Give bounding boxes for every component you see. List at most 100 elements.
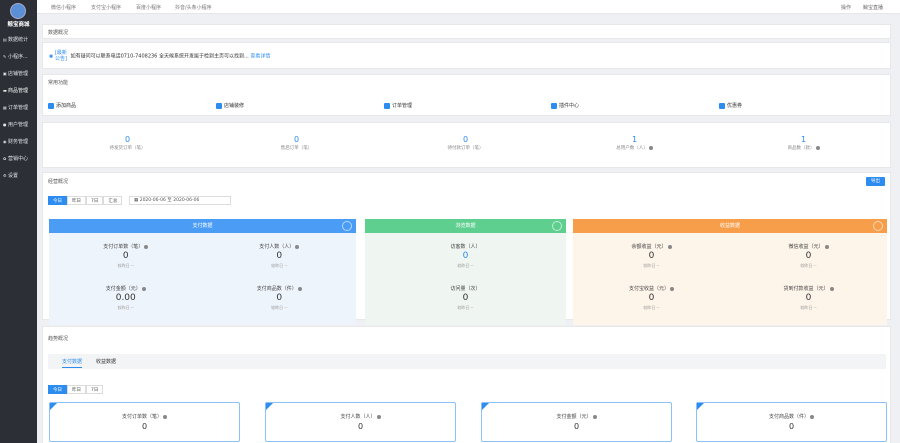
- tab-alipay[interactable]: 支付宝小程序: [91, 4, 121, 11]
- export-button[interactable]: 导出: [866, 177, 885, 186]
- store-decoration-button[interactable]: 店铺装修: [216, 102, 244, 109]
- stat-label: 总用户数（人）: [550, 145, 719, 151]
- sidebar-item-orders[interactable]: ▦订单管理: [0, 101, 37, 114]
- tab-baidu[interactable]: 百度小程序: [136, 4, 161, 11]
- stat-value: 0: [124, 135, 131, 144]
- browse-data-card: 浏览数据 访客数（人） 0 较昨日 -- 访问量（次） 0 较昨日 --: [365, 219, 566, 325]
- card-header: 支付数据: [49, 219, 356, 233]
- trend-card-amount[interactable]: 支付金额（元） 0: [481, 402, 672, 442]
- sidebar-item-store[interactable]: ▣店铺管理: [0, 67, 37, 80]
- metric-page-views: 访问量（次） 0 较昨日 --: [450, 286, 481, 310]
- trend-overview: 趋势概况 支付数据 收益数据 今日 昨日 7日 支付订单数（笔） 0 支付人数（人…: [42, 326, 891, 443]
- stat-total-users[interactable]: 1 总用户数（人）: [550, 135, 719, 151]
- sidebar-item-users[interactable]: ● 用户管理: [0, 118, 37, 131]
- corner-marker: [50, 403, 57, 410]
- help-icon: [824, 244, 829, 249]
- stat-label: 待付款订单（笔）: [447, 146, 484, 151]
- notice-more-link[interactable]: 查看详情: [250, 54, 270, 60]
- overview-header: 数据概况: [42, 24, 891, 39]
- add-product-button[interactable]: 添加商品: [48, 102, 76, 109]
- trend-card-orders[interactable]: 支付订单数（笔） 0: [49, 402, 240, 442]
- metric-pay-amount: 支付金额（元） 0.00 较昨日 --: [49, 285, 203, 311]
- notice-text: 如有疑问可以联系电话0710-7408236 全天候系统开发属于检到主页可以找到…: [70, 53, 249, 60]
- app-name: 鲸宝商城: [7, 22, 30, 28]
- help-icon: [670, 286, 674, 291]
- range-today[interactable]: 今日: [48, 196, 67, 205]
- sidebar: 鲸宝商城 ▤数据统计 ✎ 小程序... ▣店铺管理 ▬商品管理 ▦订单管理 ● 用户…: [0, 0, 37, 443]
- calendar-icon: ▦: [134, 198, 139, 203]
- common-functions: 常用功能 添加商品 店铺装修 订单管理 插件中心 优惠券: [42, 74, 891, 116]
- sidebar-item-mini-program[interactable]: ✎ 小程序...: [0, 50, 37, 63]
- range-selector: 今日 昨日 7日 汇总: [48, 196, 123, 205]
- card-decor-icon: [552, 221, 562, 231]
- plugin-center-button[interactable]: 插件中心: [551, 102, 579, 109]
- sidebar-item-stats[interactable]: ▤数据统计: [0, 33, 37, 46]
- payment-data-card: 支付数据 支付订单数（笔） 0 较昨日 -- 支付人数（人） 0 较昨日 -- 支付金额…: [49, 219, 356, 325]
- metric-balance-revenue: 余额收益（元） 0 较昨日 --: [573, 243, 730, 269]
- trend-range-selector: 今日 昨日 7日: [48, 385, 104, 394]
- stat-pending-payment[interactable]: 0 待付款订单（笔）: [381, 135, 550, 151]
- help-icon: [141, 286, 146, 291]
- trend-title: 趋势概况: [48, 336, 69, 342]
- notice: ◉ [最新公告] 如有疑问可以联系电话0710-7408236 全天候系统开发属…: [49, 50, 270, 62]
- sidebar-item-settings[interactable]: ⚙设置: [0, 169, 37, 182]
- card-decor-icon: [342, 221, 352, 231]
- help-link[interactable]: 操作: [841, 4, 851, 11]
- range-7days[interactable]: 7日: [86, 196, 104, 205]
- stat-after-sales[interactable]: 0 售后订单（笔）: [212, 135, 381, 151]
- metric-pay-items: 支付商品数（件） 0 较昨日 --: [203, 285, 357, 311]
- tab-payment-data[interactable]: 支付数据: [62, 358, 83, 368]
- help-icon: [810, 414, 814, 419]
- trend-tabs: 支付数据 收益数据: [48, 354, 886, 369]
- stat-value: 0: [293, 135, 300, 144]
- stat-products[interactable]: 1 商品数（款）: [719, 135, 888, 151]
- coupon-icon: [719, 102, 725, 109]
- tab-revenue-data[interactable]: 收益数据: [96, 358, 116, 365]
- stat-pending-shipment[interactable]: 0 待发货订单（笔）: [43, 135, 212, 151]
- stat-value: 1: [800, 135, 807, 144]
- range-total[interactable]: 汇总: [103, 196, 123, 205]
- metric-pay-orders: 支付订单数（笔） 0 较昨日 --: [49, 243, 203, 269]
- store-icon: [216, 102, 222, 109]
- functions-title: 常用功能: [48, 80, 69, 86]
- range-yesterday[interactable]: 昨日: [67, 196, 86, 205]
- help-icon: [592, 414, 597, 419]
- range-7days[interactable]: 7日: [86, 385, 104, 394]
- top-navigation: 微信小程序 支付宝小程序 百度小程序 抖音/头条小程序 操作 鲸宝直播: [37, 0, 900, 14]
- trend-card-users[interactable]: 支付人数（人） 0: [265, 402, 456, 442]
- range-yesterday[interactable]: 昨日: [67, 385, 86, 394]
- corner-marker: [482, 403, 489, 410]
- help-icon: [163, 414, 167, 419]
- notice-icon: ◉: [49, 53, 54, 60]
- notice-bar: ◉ [最新公告] 如有疑问可以联系电话0710-7408236 全天候系统开发属…: [42, 42, 891, 69]
- tab-douyin[interactable]: 抖音/头条小程序: [175, 4, 212, 11]
- help-icon: [144, 244, 149, 249]
- user-menu[interactable]: 鲸宝直播: [863, 4, 883, 11]
- add-product-icon: [48, 102, 54, 109]
- order-management-button[interactable]: 订单管理: [384, 102, 412, 109]
- card-header: 浏览数据: [365, 219, 566, 233]
- coupon-button[interactable]: 优惠券: [719, 102, 742, 109]
- trend-card-items[interactable]: 支付商品数（件） 0: [696, 402, 887, 442]
- stat-value: 1: [631, 135, 638, 144]
- stat-label: 售后订单（笔）: [280, 146, 313, 151]
- metric-wechat-revenue: 微信收益（元） 0 较昨日 --: [730, 243, 887, 269]
- help-icon: [295, 244, 300, 249]
- date-range-input[interactable]: ▦ 2020-06-06 至 2020-06-06: [129, 196, 231, 205]
- range-today[interactable]: 今日: [48, 385, 67, 394]
- help-icon: [297, 286, 302, 291]
- help-icon: [376, 414, 381, 419]
- sidebar-item-finance[interactable]: ◉ 财务管理: [0, 135, 37, 148]
- sidebar-item-marketing[interactable]: ✿ 营销中心: [0, 152, 37, 165]
- metric-alipay-revenue: 支付宝收益（元） 0 较昨日 --: [573, 285, 730, 311]
- tab-wechat[interactable]: 微信小程序: [51, 4, 76, 11]
- overview-title: 数据概况: [48, 30, 69, 36]
- stat-label: 待发货订单（笔）: [109, 146, 146, 151]
- card-header: 收益数据: [573, 219, 887, 233]
- revenue-data-card: 收益数据 余额收益（元） 0 较昨日 -- 微信收益（元） 0 较昨日 -- 支付宝收益…: [573, 219, 887, 325]
- order-icon: [384, 102, 390, 109]
- stat-label: 商品数（款）: [719, 145, 888, 151]
- card-decor-icon: [873, 221, 883, 231]
- sidebar-item-products[interactable]: ▬商品管理: [0, 84, 37, 97]
- metric-visitors: 访客数（人） 0 较昨日 --: [450, 244, 481, 268]
